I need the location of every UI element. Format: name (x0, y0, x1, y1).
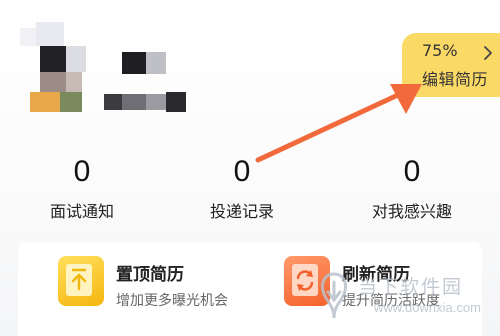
resume-completion: 75% (422, 41, 458, 60)
stat-count: 0 (403, 155, 421, 188)
service-title: 置顶简历 (116, 265, 184, 285)
stat-interview-notices[interactable]: 0 面试通知 (7, 150, 157, 222)
stat-label: 投递记录 (209, 202, 274, 221)
stat-application-records[interactable]: 0 投递记录 (167, 150, 317, 222)
service-subtitle: 提升简历活跃度 (342, 293, 440, 309)
pin-resume-button[interactable]: 置顶简历 增加更多曝光机会 (58, 256, 258, 322)
pin-to-top-icon (58, 256, 104, 306)
stat-count: 0 (233, 155, 251, 188)
stat-interested-in-me[interactable]: 0 对我感兴趣 (337, 150, 487, 222)
stat-label: 面试通知 (49, 202, 114, 221)
stat-label: 对我感兴趣 (371, 202, 452, 221)
stat-count: 0 (73, 155, 91, 188)
service-title: 刷新简历 (342, 265, 410, 285)
service-subtitle: 增加更多曝光机会 (116, 293, 228, 309)
refresh-resume-button[interactable]: 刷新简历 提升简历活跃度 (284, 256, 484, 322)
refresh-icon (284, 256, 330, 306)
edit-resume-label: 编辑简历 (422, 70, 489, 89)
username-mosaic (100, 46, 190, 116)
chevron-right-icon (480, 45, 496, 61)
resume-services-card: 置顶简历 增加更多曝光机会 刷新简历 提升简历活跃度 (18, 242, 482, 336)
avatar[interactable] (0, 0, 112, 112)
